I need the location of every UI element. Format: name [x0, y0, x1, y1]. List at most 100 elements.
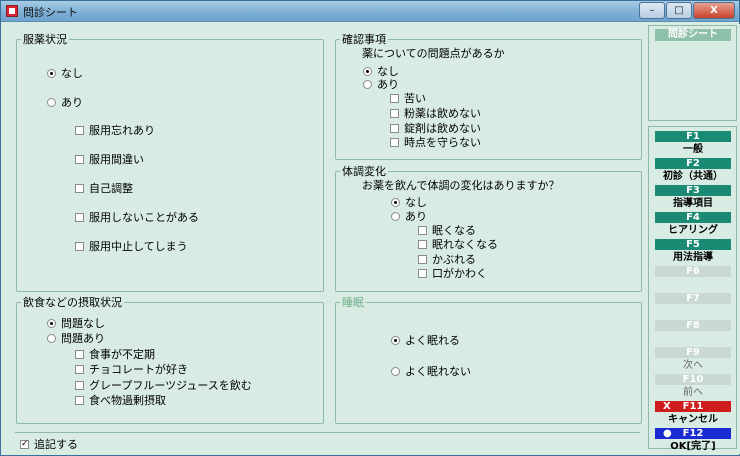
app-window: 問診シート – □ X 服薬状況 なし あり 服用忘れあり 服用間違い 自己調整: [0, 0, 740, 456]
condition-option-checkbox[interactable]: 眠れなくなる: [418, 238, 498, 251]
condition-question: お薬を飲んで体調の変化はありますか？: [362, 179, 560, 192]
diet-option-checkbox[interactable]: 食べ物過剰摂取: [75, 394, 166, 407]
radio-indicator: [391, 212, 400, 221]
f10-key: F10: [655, 374, 731, 385]
checkbox-indicator: [390, 94, 399, 103]
f4-button[interactable]: F4 ヒアリング: [655, 212, 731, 238]
ok-dot-icon: ●: [663, 428, 672, 439]
cancel-x-icon: X: [663, 401, 671, 412]
radio-indicator: [363, 80, 372, 89]
checkbox-indicator: [75, 350, 84, 359]
medication-option-checkbox[interactable]: 服用しないことがある: [75, 211, 199, 224]
condition-option-checkbox[interactable]: 眠くなる: [418, 224, 476, 237]
close-button[interactable]: X: [693, 2, 735, 19]
diet-panel: 飲食などの摂取状況 問題なし 問題あり 食事が不定期 チョコレートが好き グレー…: [16, 296, 324, 424]
medication-option-checkbox[interactable]: 服用間違い: [75, 153, 144, 166]
radio-indicator: [363, 67, 372, 76]
f1-button[interactable]: F1 一般: [655, 131, 731, 157]
f3-key: F3: [655, 185, 731, 196]
condition-option-checkbox[interactable]: 口がかわく: [418, 267, 487, 280]
condition-panel: 体調変化 お薬を飲んで体調の変化はありますか？ なし あり 眠くなる 眠れなくな…: [335, 165, 642, 292]
checkbox-indicator: [418, 240, 427, 249]
append-checkbox[interactable]: ✓ 追記する: [20, 438, 78, 451]
sidebar-title: 問診シート: [655, 29, 731, 41]
medication-title: 服薬状況: [21, 33, 69, 46]
confirm-option-checkbox[interactable]: 錠剤は飲めない: [390, 122, 481, 135]
checkbox-indicator: [418, 226, 427, 235]
confirm-option-checkbox[interactable]: 粉薬は飲めない: [390, 107, 481, 120]
medication-some-radio[interactable]: あり: [47, 96, 83, 109]
footer-bar: ✓ 追記する: [15, 432, 640, 451]
f11-label: キャンセル: [668, 414, 718, 425]
checkbox-indicator: ✓: [20, 439, 29, 449]
checkbox-indicator: [418, 269, 427, 278]
f5-label: 用法指導: [673, 252, 713, 263]
f12-ok-button[interactable]: F12 ● OK[完了]: [655, 428, 731, 454]
sleep-good-radio[interactable]: よく眠れる: [391, 334, 460, 347]
f2-key: F2: [655, 158, 731, 169]
diet-option-checkbox[interactable]: 食事が不定期: [75, 348, 155, 361]
maximize-button[interactable]: □: [666, 2, 692, 19]
checkbox-indicator: [75, 365, 84, 374]
checkbox-indicator: [75, 381, 84, 390]
app-icon: [6, 5, 18, 17]
sidebar-header: 問診シート: [648, 25, 737, 121]
minimize-button[interactable]: –: [639, 2, 665, 19]
f3-button[interactable]: F3 指導項目: [655, 185, 731, 211]
checkbox-indicator: [390, 124, 399, 133]
radio-indicator: [391, 198, 400, 207]
f7-key: F7: [655, 293, 731, 304]
checkbox-indicator: [75, 396, 84, 405]
confirm-question: 薬についての問題点があるか: [362, 47, 505, 60]
condition-none-radio[interactable]: なし: [391, 196, 427, 209]
radio-indicator: [47, 69, 56, 78]
f8-button[interactable]: F8: [655, 320, 731, 346]
diet-option-checkbox[interactable]: チョコレートが好き: [75, 363, 188, 376]
confirm-none-radio[interactable]: なし: [363, 65, 399, 78]
checkbox-indicator: [75, 184, 84, 193]
radio-indicator: [47, 334, 56, 343]
f7-button[interactable]: F7: [655, 293, 731, 319]
f1-key: F1: [655, 131, 731, 142]
f2-button[interactable]: F2 初診（共通）: [655, 158, 731, 184]
window-controls: – □ X: [638, 2, 735, 19]
confirm-option-checkbox[interactable]: 苦い: [390, 92, 426, 105]
diet-some-radio[interactable]: 問題あり: [47, 332, 105, 345]
window-title: 問診シート: [23, 6, 78, 19]
f5-button[interactable]: F5 用法指導: [655, 239, 731, 265]
f6-button[interactable]: F6: [655, 266, 731, 292]
medication-option-checkbox[interactable]: 服用忘れあり: [75, 124, 155, 137]
medication-option-checkbox[interactable]: 自己調整: [75, 182, 133, 195]
diet-none-radio[interactable]: 問題なし: [47, 317, 105, 330]
f2-label: 初診（共通）: [663, 171, 723, 182]
f4-label: ヒアリング: [668, 225, 718, 236]
f6-key: F6: [655, 266, 731, 277]
f5-key: F5: [655, 239, 731, 250]
confirm-some-radio[interactable]: あり: [363, 78, 399, 91]
sleep-title: 睡眠: [340, 296, 366, 309]
f10-button[interactable]: F10 前へ: [655, 374, 731, 400]
f4-key: F4: [655, 212, 731, 223]
f10-label: 前へ: [683, 387, 703, 398]
checkbox-indicator: [75, 155, 84, 164]
f9-button[interactable]: F9 次へ: [655, 347, 731, 373]
function-key-panel: F1 一般 F2 初診（共通） F3 指導項目 F4 ヒアリング F5 用法指導…: [648, 126, 737, 452]
f12-label: OK[完了]: [670, 441, 716, 452]
radio-indicator: [47, 319, 56, 328]
condition-option-checkbox[interactable]: かぶれる: [418, 253, 476, 266]
confirm-option-checkbox[interactable]: 時点を守らない: [390, 136, 481, 149]
confirm-panel: 確認事項 薬についての問題点があるか なし あり 苦い 粉薬は飲めない 錠剤は飲…: [335, 33, 642, 160]
diet-option-checkbox[interactable]: グレープフルーツジュースを飲む: [75, 379, 252, 392]
f11-cancel-button[interactable]: F11 X キャンセル: [655, 401, 731, 427]
f9-label: 次へ: [683, 360, 703, 371]
client-area: 服薬状況 なし あり 服用忘れあり 服用間違い 自己調整 服用しないことがある …: [6, 24, 740, 454]
medication-option-checkbox[interactable]: 服用中止してしまう: [75, 240, 188, 253]
f9-key: F9: [655, 347, 731, 358]
f1-label: 一般: [683, 144, 703, 155]
condition-some-radio[interactable]: あり: [391, 210, 427, 223]
medication-none-radio[interactable]: なし: [47, 67, 83, 80]
sleep-bad-radio[interactable]: よく眠れない: [391, 365, 471, 378]
title-bar[interactable]: 問診シート – □ X: [1, 1, 739, 22]
f8-key: F8: [655, 320, 731, 331]
checkbox-indicator: [390, 138, 399, 147]
